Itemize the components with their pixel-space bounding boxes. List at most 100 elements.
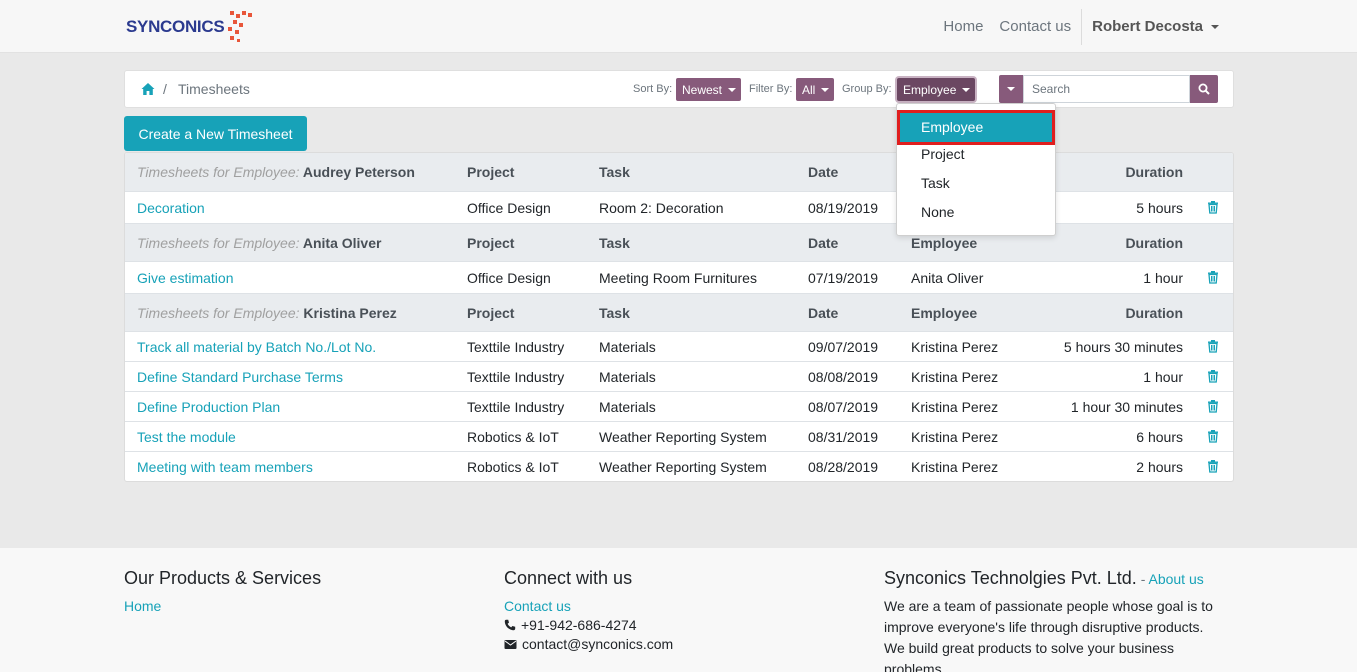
group-employee-name: Audrey Peterson (302, 164, 415, 180)
timesheet-link[interactable]: Test the module (137, 422, 236, 452)
phone-icon (504, 619, 516, 631)
table-row: Track all material by Batch No./Lot No. … (125, 331, 1233, 361)
nav-contact-link[interactable]: Contact us (991, 18, 1079, 35)
user-menu[interactable]: Robert Decosta (1084, 18, 1227, 35)
search-options-dropdown[interactable] (999, 75, 1023, 103)
cell-task: Materials (599, 339, 656, 355)
timesheet-link[interactable]: Give estimation (137, 262, 233, 294)
cell-duration: 1 hour (1143, 369, 1183, 385)
company-sep: - About us (1137, 571, 1204, 587)
group-title: Timesheets for Employee: Audrey Peterson (137, 153, 415, 191)
group-prefix: Timesheets for Employee: (137, 305, 300, 321)
column-header-employee: Employee (911, 305, 978, 321)
search-icon (1198, 83, 1210, 95)
filter-dropdown[interactable]: All (796, 78, 834, 101)
timesheet-link[interactable]: Meeting with team members (137, 452, 313, 481)
cell-project: Texttile Industry (467, 399, 565, 415)
trash-icon[interactable] (1207, 200, 1219, 214)
column-header-project: Project (467, 164, 515, 180)
group-label: Group By: (842, 83, 892, 95)
trash-icon[interactable] (1207, 270, 1219, 284)
company-name: Synconics Technolgies Pvt. Ltd. (884, 568, 1137, 588)
trash-icon[interactable] (1207, 369, 1219, 383)
group-prefix: Timesheets for Employee: (137, 235, 300, 251)
trash-icon[interactable] (1207, 429, 1219, 443)
email-address: contact@synconics.com (522, 636, 674, 652)
group-value: Employee (903, 82, 957, 97)
group-employee-name: Kristina Perez (303, 305, 397, 321)
search-input[interactable] (1023, 75, 1190, 103)
timesheet-link[interactable]: Decoration (137, 192, 205, 224)
column-header-task: Task (599, 164, 630, 180)
cell-employee: Kristina Perez (911, 339, 999, 355)
table-row: Decoration Office Design Room 2: Decorat… (125, 191, 1233, 223)
cell-task: Weather Reporting System (599, 459, 767, 475)
footer-products-column: Our Products & Services Home (124, 568, 321, 614)
group-by-option-project[interactable]: Project (897, 140, 1055, 169)
footer: Our Products & Services Home Connect wit… (0, 548, 1357, 672)
chevron-down-icon (1007, 87, 1015, 91)
trash-icon[interactable] (1207, 339, 1219, 353)
cell-date: 08/19/2019 (808, 200, 879, 216)
table-row: Define Production Plan Texttile Industry… (125, 391, 1233, 421)
cell-date: 09/07/2019 (808, 339, 879, 355)
about-us-link[interactable]: About us (1148, 571, 1203, 587)
chevron-down-icon (1211, 24, 1219, 29)
search-button[interactable] (1190, 75, 1218, 103)
group-header-row: Timesheets for Employee: Kristina Perez … (125, 293, 1233, 331)
cell-employee: Kristina Perez (911, 369, 999, 385)
cell-project: Texttile Industry (467, 339, 565, 355)
cell-duration: 5 hours 30 minutes (1063, 339, 1183, 355)
cell-task: Weather Reporting System (599, 429, 767, 445)
sort-label: Sort By: (633, 83, 673, 95)
nav-divider (1081, 8, 1083, 45)
group-by-menu: Employee Project Task None (896, 103, 1056, 236)
table-row: Give estimation Office Design Meeting Ro… (125, 261, 1233, 293)
table-row: Define Standard Purchase Terms Texttile … (125, 361, 1233, 391)
sort-dropdown[interactable]: Newest (676, 78, 741, 101)
cell-task: Meeting Room Furnitures (599, 270, 757, 286)
create-timesheet-button[interactable]: Create a New Timesheet (124, 116, 307, 151)
cell-project: Robotics & IoT (467, 429, 559, 445)
breadcrumb-current: Timesheets (178, 81, 250, 97)
group-dropdown[interactable]: Employee (897, 78, 975, 101)
column-header-task: Task (599, 235, 630, 251)
footer-connect-column: Connect with us Contact us +91-942-686-4… (504, 568, 673, 652)
table-row: Meeting with team members Robotics & IoT… (125, 451, 1233, 481)
group-by-option-employee[interactable]: Employee (897, 110, 1055, 145)
trash-icon[interactable] (1207, 459, 1219, 473)
chevron-down-icon (728, 87, 737, 92)
nav-home-link[interactable]: Home (935, 18, 991, 35)
footer-products-title: Our Products & Services (124, 568, 322, 588)
cell-duration: 1 hour (1143, 270, 1183, 286)
group-employee-name: Anita Oliver (302, 235, 382, 251)
footer-home-link[interactable]: Home (124, 598, 321, 614)
column-header-duration: Duration (1125, 305, 1183, 321)
chevron-down-icon (962, 87, 971, 92)
group-header-row: Timesheets for Employee: Anita Oliver Pr… (125, 223, 1233, 261)
synconics-logo[interactable]: SYNCONICS (126, 11, 256, 43)
home-icon[interactable] (141, 82, 155, 96)
column-header-task: Task (599, 305, 630, 321)
group-by-option-task[interactable]: Task (897, 169, 1055, 198)
cell-duration: 1 hour 30 minutes (1070, 399, 1183, 415)
column-header-project: Project (467, 235, 515, 251)
timesheet-link[interactable]: Track all material by Batch No./Lot No. (137, 332, 376, 362)
column-header-date: Date (808, 305, 839, 321)
trash-icon[interactable] (1207, 399, 1219, 413)
cell-date: 08/08/2019 (808, 369, 879, 385)
cell-employee: Anita Oliver (911, 270, 984, 286)
cell-duration: 5 hours (1136, 200, 1183, 216)
timesheet-link[interactable]: Define Standard Purchase Terms (137, 362, 343, 392)
group-title: Timesheets for Employee: Anita Oliver (137, 224, 381, 262)
cell-task: Materials (599, 369, 656, 385)
footer-contact-link[interactable]: Contact us (504, 598, 673, 614)
timesheet-link[interactable]: Define Production Plan (137, 392, 280, 422)
phone-number: +91-942-686-4274 (521, 617, 637, 633)
footer-phone: +91-942-686-4274 (504, 617, 673, 633)
table-row: Test the module Robotics & IoT Weather R… (125, 421, 1233, 451)
group-by-option-none[interactable]: None (897, 198, 1055, 227)
cell-date: 07/19/2019 (808, 270, 879, 286)
cell-project: Texttile Industry (467, 369, 565, 385)
footer-company-column: Synconics Technolgies Pvt. Ltd. - About … (884, 568, 1224, 672)
